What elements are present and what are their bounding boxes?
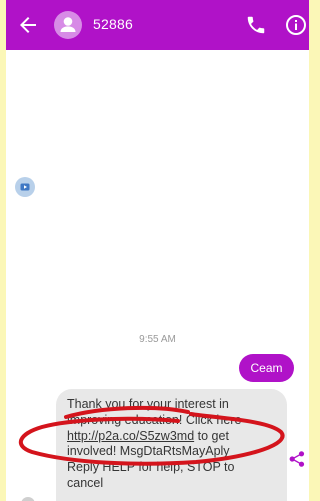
incoming-message-bubble[interactable]: Thank you for your interest in improving… <box>56 389 287 501</box>
back-arrow-icon[interactable] <box>16 13 40 37</box>
info-icon[interactable] <box>284 13 308 37</box>
message-line-tail: to get <box>197 428 229 443</box>
message-line: involved! MsgDtaRtsMayAply <box>67 444 230 459</box>
app-bar: 52886 <box>6 0 309 50</box>
share-icon[interactable] <box>288 450 306 468</box>
message-line: improving education! Click here <box>67 412 242 427</box>
sender-avatar <box>21 497 35 501</box>
message-timestamp: 9:55 AM <box>139 334 176 345</box>
message-line: Thank you for your interest in <box>67 397 229 411</box>
conversation-screen: 52886 9:55 AM Ceam Thank you for your in… <box>6 0 309 501</box>
message-line: Reply HELP for help, STOP to <box>67 460 235 475</box>
conversation-title: 52886 <box>93 16 133 32</box>
outgoing-message-bubble[interactable]: Ceam <box>239 354 294 382</box>
phone-icon[interactable] <box>245 14 267 36</box>
contact-avatar[interactable] <box>54 11 82 39</box>
message-line: cancel <box>67 475 104 490</box>
play-icon <box>20 183 30 191</box>
person-icon <box>60 17 76 32</box>
message-line-with-link: http://p2a.co/S5zw3md to get <box>67 429 277 445</box>
message-link[interactable]: http://p2a.co/S5zw3md <box>67 429 194 443</box>
media-bubble-icon[interactable] <box>15 177 35 197</box>
